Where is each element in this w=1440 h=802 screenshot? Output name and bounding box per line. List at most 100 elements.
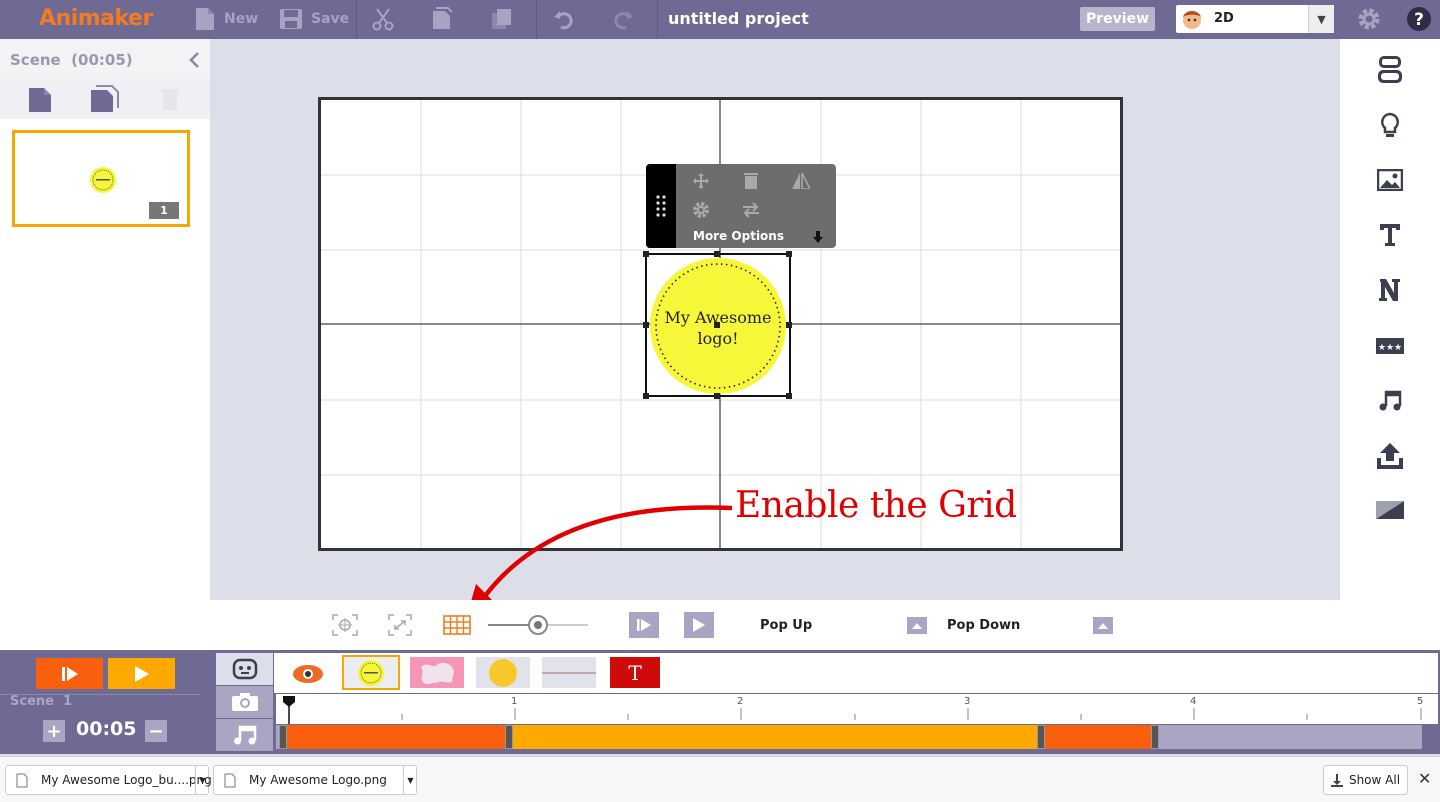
copy-button[interactable] <box>430 6 454 32</box>
drag-handle[interactable] <box>646 164 676 248</box>
pop-up-arrow-button[interactable] <box>907 617 927 634</box>
text-icon[interactable] <box>1374 220 1406 250</box>
pop-down-label[interactable]: Pop Down <box>947 618 1020 633</box>
stage-canvas[interactable]: My Awesome logo! More Options Enable the… <box>318 97 1123 551</box>
chevron-down-icon[interactable]: ▼ <box>195 766 209 794</box>
app-logo[interactable]: Animaker <box>39 6 153 31</box>
resize-handle[interactable] <box>643 322 649 328</box>
ruler-mark: 1 <box>511 696 518 707</box>
preview-button[interactable]: Preview <box>1080 7 1155 31</box>
decrease-duration-button[interactable]: − <box>145 720 167 742</box>
zoom-slider-track[interactable] <box>488 615 588 635</box>
increase-duration-button[interactable]: + <box>43 720 65 742</box>
project-title[interactable]: untitled project <box>668 9 809 28</box>
gear-icon[interactable] <box>1357 7 1381 31</box>
animation-track[interactable] <box>276 725 1422 749</box>
mode-select[interactable]: 2D ▼ <box>1176 5 1334 33</box>
resize-handle[interactable] <box>643 393 649 399</box>
cut-button[interactable] <box>372 6 394 32</box>
pop-up-label[interactable]: Pop Up <box>760 618 812 633</box>
exit-animation-segment[interactable] <box>1041 725 1155 749</box>
resize-handle[interactable] <box>786 393 792 399</box>
paste-button[interactable] <box>490 6 514 32</box>
entry-animation-segment[interactable] <box>282 725 509 749</box>
scene-title: Scene (00:05) <box>10 51 133 69</box>
play-scene-button[interactable] <box>108 658 175 689</box>
redo-button[interactable] <box>612 6 634 32</box>
timeline-panel: Scene 1 + 00:05 − T 1 2 3 4 5 <box>0 650 1440 754</box>
add-scene-icon[interactable] <box>28 87 52 113</box>
line-item[interactable] <box>542 657 596 688</box>
move-icon[interactable] <box>692 172 710 190</box>
delete-icon[interactable] <box>744 172 758 190</box>
new-button[interactable]: New <box>194 6 258 32</box>
tab-camera[interactable] <box>216 686 273 718</box>
scene-thumbnail[interactable]: 1 <box>12 130 190 227</box>
timeline-ruler: 1 2 3 4 5 <box>276 694 1438 724</box>
segment-handle[interactable] <box>1037 725 1045 749</box>
circle-item[interactable] <box>476 657 530 688</box>
segment-handle[interactable] <box>1151 725 1159 749</box>
stars-badge-icon[interactable]: ★★★ <box>1374 331 1406 361</box>
save-button[interactable]: Save <box>279 6 349 32</box>
redo-icon <box>614 11 633 30</box>
help-icon[interactable]: ? <box>1406 6 1432 32</box>
more-options-label[interactable]: More Options <box>693 229 784 243</box>
resize-handle[interactable] <box>714 393 720 399</box>
logo-item[interactable] <box>342 655 400 690</box>
background-icon[interactable] <box>1374 495 1406 525</box>
tab-characters[interactable] <box>216 653 273 685</box>
segment-handle[interactable] <box>279 725 287 749</box>
focus-icon[interactable] <box>332 614 358 636</box>
play-button[interactable] <box>684 612 714 638</box>
separator <box>356 0 357 39</box>
play-scene-from-start-button[interactable] <box>36 658 103 689</box>
characters-icon[interactable] <box>1374 55 1406 85</box>
resize-handle[interactable] <box>643 251 649 257</box>
zoom-slider-thumb[interactable] <box>528 615 548 635</box>
tab-music[interactable] <box>216 719 273 751</box>
play-from-start-button[interactable] <box>629 612 659 638</box>
lightbulb-icon[interactable] <box>1374 111 1406 141</box>
pop-down-arrow-button[interactable] <box>1093 617 1113 634</box>
eye-item[interactable] <box>288 658 328 690</box>
ruler-mark: 2 <box>737 696 744 707</box>
delete-scene-icon[interactable] <box>161 87 179 111</box>
image-icon[interactable] <box>1374 165 1406 195</box>
chevron-down-icon[interactable]: ▼ <box>1308 5 1334 33</box>
triangle-up-icon <box>912 622 922 629</box>
scene-header: Scene (00:05) <box>0 39 210 79</box>
resize-handle[interactable] <box>786 322 792 328</box>
grid-icon[interactable] <box>443 615 471 635</box>
close-icon[interactable]: ✕ <box>1418 769 1431 788</box>
music-icon[interactable] <box>1374 385 1406 415</box>
center-handle[interactable] <box>714 322 720 328</box>
undo-button[interactable] <box>553 6 575 32</box>
text-item[interactable]: T <box>610 657 660 688</box>
pink-shape-item[interactable] <box>410 657 464 688</box>
chevron-down-icon[interactable]: ▼ <box>403 766 417 794</box>
settings-icon[interactable] <box>692 201 710 219</box>
thumbnail-logo <box>90 167 116 193</box>
flip-icon[interactable] <box>792 173 810 189</box>
playhead-marker[interactable] <box>282 694 296 724</box>
collapse-chevron-left-icon[interactable] <box>188 52 200 68</box>
upload-icon[interactable] <box>1374 441 1406 471</box>
stay-animation-segment[interactable] <box>509 725 1041 749</box>
music-icon <box>234 725 257 745</box>
resize-handle[interactable] <box>714 251 720 257</box>
selection-box[interactable]: My Awesome logo! <box>643 251 792 399</box>
download-item[interactable]: My Awesome Logo.png ▼ <box>213 765 417 795</box>
arrow-down-icon[interactable] <box>813 231 823 243</box>
swap-icon[interactable] <box>742 202 760 218</box>
segment-handle[interactable] <box>505 725 513 749</box>
yellow-circle-icon <box>489 659 517 687</box>
resize-handle[interactable] <box>786 251 792 257</box>
fit-to-screen-icon[interactable] <box>388 614 412 636</box>
show-all-button[interactable]: Show All <box>1323 765 1408 795</box>
camera-icon <box>232 693 258 711</box>
logo-thumb-icon <box>358 660 384 686</box>
download-item[interactable]: My Awesome Logo_bu....png ▼ <box>5 765 212 795</box>
duplicate-scene-icon[interactable] <box>90 85 120 113</box>
numbers-icon[interactable] <box>1374 275 1406 305</box>
